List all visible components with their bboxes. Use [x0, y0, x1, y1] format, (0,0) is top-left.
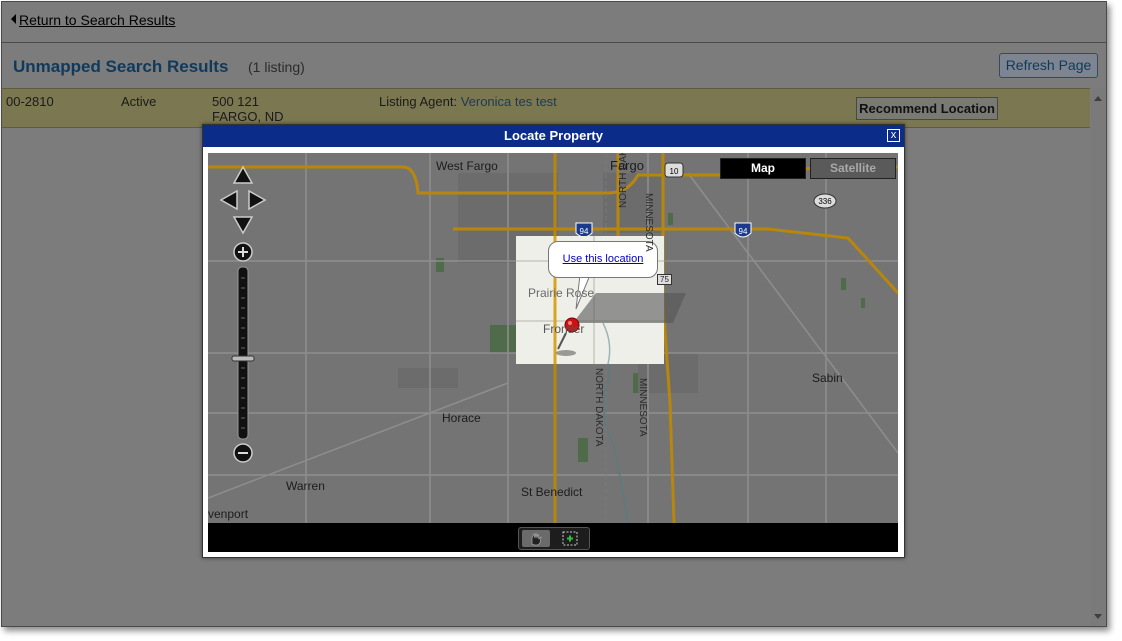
refresh-page-button[interactable]: Refresh Page: [999, 53, 1098, 78]
state-label-north-dakota: NORTH DAKOTA: [618, 153, 629, 208]
route-336-shield: 336: [813, 193, 837, 209]
map-toolbar: [208, 523, 898, 552]
listing-address-line1: 500 121: [212, 94, 259, 109]
svg-text:94: 94: [580, 227, 589, 236]
us-10-shield: 10: [664, 162, 684, 178]
svg-text:336: 336: [818, 197, 832, 206]
locate-property-dialog: Locate Property x 94 94 10 336 Use this …: [202, 124, 905, 558]
scroll-up-icon[interactable]: [1094, 96, 1102, 101]
use-this-location-link[interactable]: Use this location: [563, 253, 644, 265]
svg-text:10: 10: [670, 167, 679, 176]
map-view-button[interactable]: Map: [720, 158, 806, 179]
back-to-results-link[interactable]: Return to Search Results: [11, 12, 175, 28]
pan-up-icon[interactable]: [232, 165, 254, 184]
satellite-view-button[interactable]: Satellite: [810, 158, 896, 179]
zoom-slider-track[interactable]: [237, 266, 249, 440]
zoom-out-icon[interactable]: [233, 443, 253, 463]
listing-id: 00-2810: [6, 94, 54, 109]
page-title: Unmapped Search Results: [13, 57, 229, 76]
place-label: venport: [208, 507, 249, 521]
place-label: St Benedict: [521, 485, 583, 499]
pan-hand-icon[interactable]: [522, 530, 550, 547]
zoom-in-icon[interactable]: [233, 242, 253, 262]
place-label: Sabin: [812, 371, 843, 385]
us-75-shield: 75: [657, 274, 672, 285]
back-link-label: Return to Search Results: [19, 12, 176, 28]
listing-agent: Listing Agent: Veronica tes test: [379, 94, 557, 109]
interstate-94-shield-east: 94: [734, 222, 752, 238]
place-label: Horace: [442, 411, 481, 425]
vertical-scrollbar[interactable]: [1091, 88, 1105, 625]
state-label-minnesota-south: MINNESOTA: [637, 378, 648, 437]
svg-text:94: 94: [739, 227, 748, 236]
pan-left-icon[interactable]: [219, 189, 238, 211]
interstate-94-shield-west: 94: [575, 222, 593, 238]
state-label-north-dakota-south: NORTH DAKOTA: [593, 368, 604, 447]
chevron-left-icon: [11, 14, 16, 24]
zoom-box-icon[interactable]: [556, 530, 584, 547]
location-callout: Use this location: [548, 241, 658, 278]
place-label: Frontier: [543, 322, 585, 336]
pan-right-icon[interactable]: [248, 189, 267, 211]
dialog-title: Locate Property: [203, 125, 904, 147]
map-viewport[interactable]: 94 94 10 336 Use this location West Farg…: [208, 153, 898, 523]
place-label: Prairie Rose: [528, 286, 595, 300]
scroll-down-icon[interactable]: [1094, 614, 1102, 619]
pan-down-icon[interactable]: [232, 216, 254, 235]
listing-count: (1 listing): [248, 59, 305, 75]
map-tool-group: [518, 527, 590, 550]
place-label: Warren: [286, 479, 325, 493]
close-icon[interactable]: x: [887, 129, 900, 142]
agent-name: Veronica tes test: [460, 94, 557, 109]
top-bar: Return to Search Results: [2, 2, 1106, 43]
zoom-slider-handle[interactable]: [231, 355, 255, 362]
agent-label: Listing Agent:: [379, 94, 458, 109]
listing-status: Active: [121, 94, 157, 109]
listing-address-line2: FARGO, ND: [212, 109, 284, 124]
state-label-minnesota: MINNESOTA: [643, 193, 654, 252]
place-label: West Fargo: [436, 159, 498, 173]
map-nav-controls: [219, 165, 267, 463]
recommend-location-button[interactable]: Recommend Location: [856, 97, 998, 120]
